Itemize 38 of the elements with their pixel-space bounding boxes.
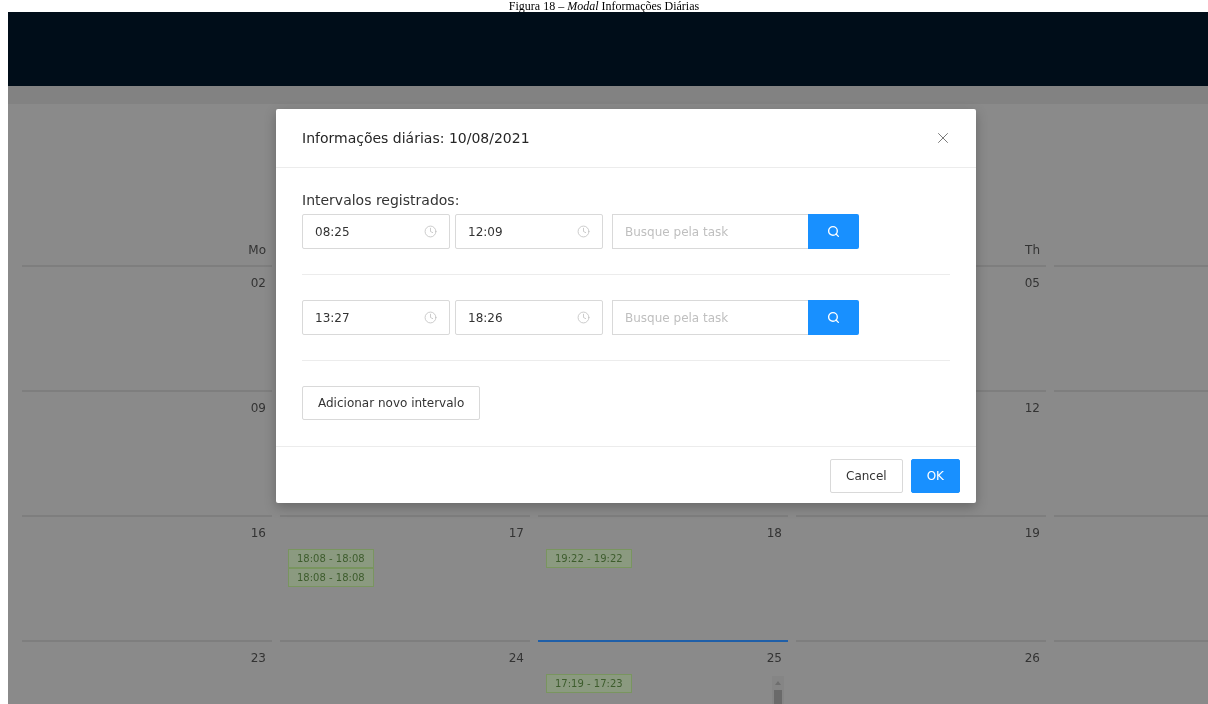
date-number[interactable]: 05 — [1024, 275, 1040, 291]
date-number[interactable]: 09 — [250, 400, 266, 416]
date-number[interactable]: 02 — [250, 275, 266, 291]
task-search-field[interactable]: Busque pela task — [612, 214, 808, 249]
date-number[interactable]: 23 — [250, 650, 266, 666]
start-time-field[interactable]: 08:25 — [302, 214, 450, 249]
modal-title: Informações diárias: 10/08/2021 — [302, 130, 530, 146]
clock-icon — [577, 225, 590, 238]
weekday-label: Th — [1025, 243, 1040, 257]
event-tag[interactable]: 17:19 - 17:23 — [546, 674, 632, 693]
date-number[interactable]: 16 — [250, 525, 266, 541]
event-tag[interactable]: 18:08 - 18:08 — [288, 568, 374, 587]
start-time-field[interactable]: 13:27 — [302, 300, 450, 335]
date-number[interactable]: 26 — [1024, 650, 1040, 666]
clock-icon — [577, 311, 590, 324]
search-icon — [827, 225, 840, 238]
search-button[interactable] — [808, 214, 859, 249]
figure-caption: Figura 18 – Modal Informações Diárias — [507, 0, 701, 12]
event-tag[interactable]: 18:08 - 18:08 — [288, 549, 374, 568]
end-time-field[interactable]: 12:09 — [455, 214, 603, 249]
add-interval-button[interactable]: Adicionar novo intervalo — [302, 386, 481, 420]
date-number[interactable]: 25 — [766, 650, 782, 666]
section-label: Intervalos registrados: — [302, 192, 461, 208]
event-tag[interactable]: 19:22 - 19:22 — [546, 549, 632, 568]
weekday-label: Mo — [248, 243, 266, 257]
date-number[interactable]: 19 — [1024, 525, 1040, 541]
clock-icon — [424, 225, 437, 238]
ok-button[interactable]: OK — [910, 459, 960, 493]
date-number[interactable]: 18 — [766, 525, 782, 541]
search-icon — [827, 311, 840, 324]
date-number[interactable]: 17 — [508, 525, 524, 541]
cancel-button[interactable]: Cancel — [830, 459, 903, 493]
date-number[interactable]: 24 — [508, 650, 524, 666]
clock-icon — [424, 311, 437, 324]
task-search-field[interactable]: Busque pela task — [612, 300, 808, 335]
date-number[interactable]: 12 — [1024, 400, 1040, 416]
search-button[interactable] — [808, 300, 859, 335]
end-time-field[interactable]: 18:26 — [455, 300, 603, 335]
